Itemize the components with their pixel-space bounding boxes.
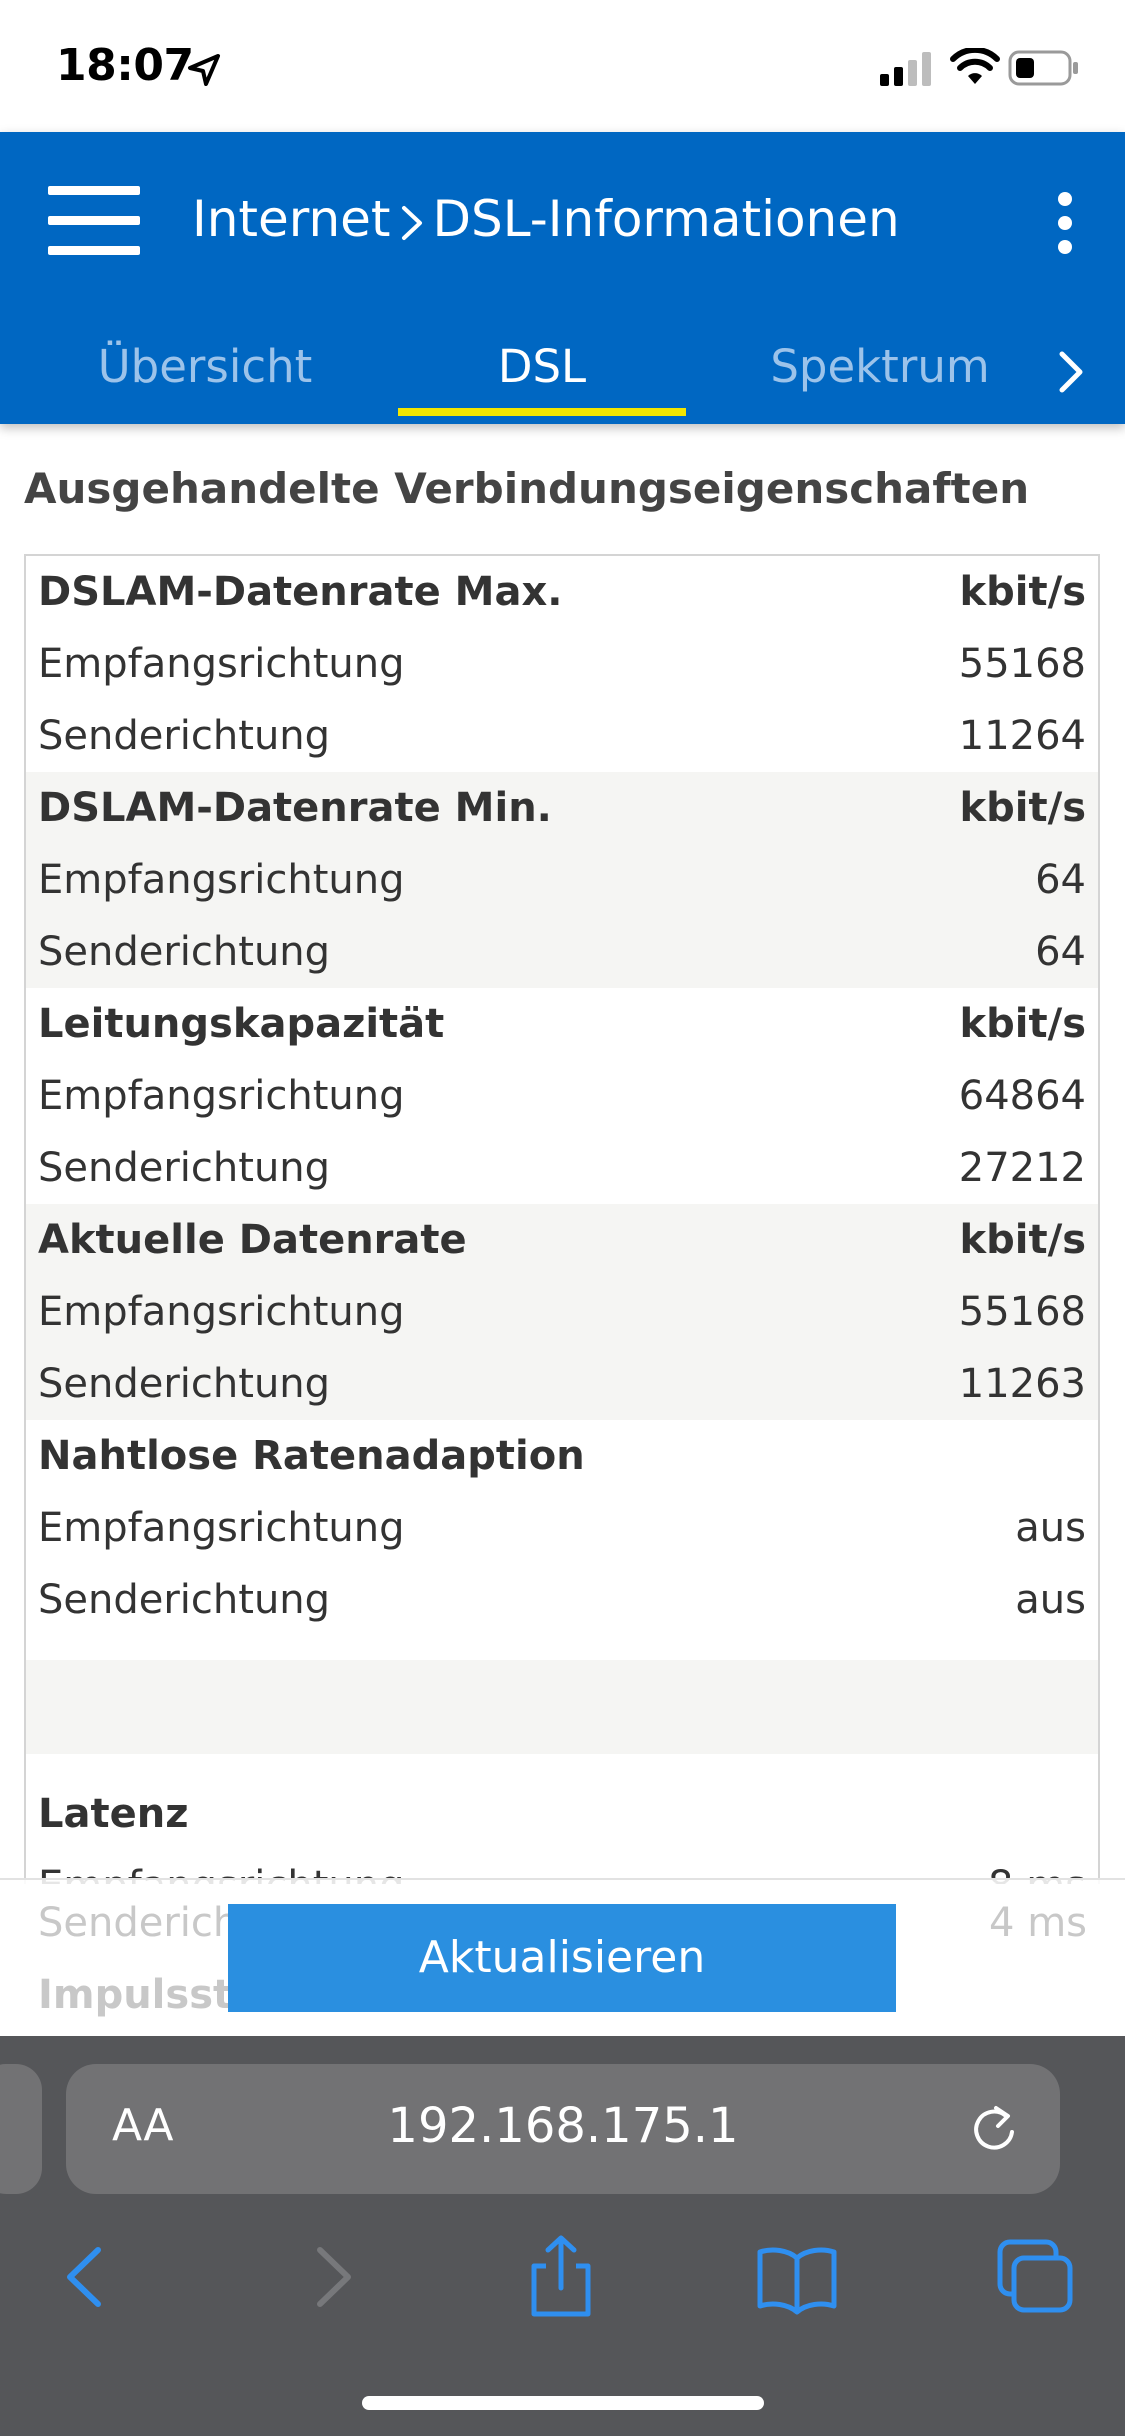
row-value: 64 — [1035, 929, 1086, 975]
section-title: Ausgehandelte Verbindungseigenschaften — [24, 464, 1030, 513]
tab-uebersicht[interactable]: Übersicht — [60, 322, 350, 424]
group-dslam-max: DSLAM-Datenrate Max. kbit/s Empfangsricht… — [26, 556, 1098, 772]
breadcrumb: Internet DSL-Informationen — [192, 190, 900, 248]
row-label: Empfangsrichtung — [38, 641, 405, 687]
browser-toolbar: AA 192.168.175.1 — [0, 2036, 1125, 2436]
unit-label: kbit/s — [959, 1217, 1086, 1263]
table-row: Senderichtung 27212 — [26, 1132, 1098, 1204]
cellular-signal-icon — [880, 52, 931, 86]
tab-bar: Übersicht DSL Spektrum — [0, 322, 1125, 424]
wifi-icon — [950, 48, 1000, 84]
group-line-capacity: Leitungskapazität kbit/s Empfangsrichtung… — [26, 988, 1098, 1204]
row-value-obscured: 4 ms — [989, 1900, 1087, 1946]
table-divider — [26, 1636, 1098, 1660]
row-value: aus — [1015, 1505, 1086, 1551]
status-bar: 18:07 — [0, 0, 1125, 132]
table-row: Latenz — [26, 1778, 1098, 1850]
group-label: Leitungskapazität — [38, 1001, 445, 1047]
row-value: 64864 — [958, 1073, 1086, 1119]
app-header: Internet DSL-Informationen Übersicht DSL … — [0, 132, 1125, 424]
bookmarks-icon[interactable] — [752, 2232, 842, 2322]
breadcrumb-section[interactable]: Internet — [192, 190, 391, 248]
row-label: Empfangsrichtung — [38, 1073, 405, 1119]
row-label-obscured: Senderich — [38, 1900, 239, 1946]
row-value: 55168 — [958, 641, 1086, 687]
row-value: 27212 — [958, 1145, 1086, 1191]
table-row: Nahtlose Ratenadaption — [26, 1420, 1098, 1492]
group-label-obscured: Impulsstö — [38, 1972, 260, 2018]
more-options-icon[interactable] — [1048, 192, 1082, 262]
group-label: Latenz — [38, 1791, 189, 1837]
row-label: Empfangsrichtung — [38, 1505, 405, 1551]
table-row: Senderichtung 11264 — [26, 700, 1098, 772]
tab-dsl[interactable]: DSL — [398, 322, 686, 424]
table-row: Senderichtung 11263 — [26, 1348, 1098, 1420]
location-arrow-icon — [188, 54, 220, 86]
group-label: Nahtlose Ratenadaption — [38, 1433, 585, 1479]
table-row: DSLAM-Datenrate Min. kbit/s — [26, 772, 1098, 844]
group-label: Aktuelle Datenrate — [38, 1217, 467, 1263]
tabs-next-chevron-icon[interactable] — [1050, 342, 1090, 402]
table-row: DSLAM-Datenrate Max. kbit/s — [26, 556, 1098, 628]
row-label: Senderichtung — [38, 1361, 331, 1407]
row-value: 11264 — [958, 713, 1086, 759]
unit-label: kbit/s — [959, 1001, 1086, 1047]
reload-icon[interactable] — [966, 2100, 1022, 2160]
unit-label: kbit/s — [959, 785, 1086, 831]
table-row: Empfangsrichtung 55168 — [26, 1276, 1098, 1348]
forward-icon[interactable] — [286, 2232, 376, 2322]
group-label: DSLAM-Datenrate Min. — [38, 785, 552, 831]
table-row: Senderichtung 64 — [26, 916, 1098, 988]
row-label: Empfangsrichtung — [38, 857, 405, 903]
row-label: Senderichtung — [38, 1577, 331, 1623]
chevron-right-icon — [401, 205, 422, 240]
group-latency: Latenz Empfangsrichtung8 ms — [26, 1778, 1098, 1884]
table-divider — [26, 1754, 1098, 1778]
row-label: Empfangsrichtung — [38, 1289, 405, 1335]
group-label: DSLAM-Datenrate Max. — [38, 569, 563, 615]
group-seamless-rate-adaption: Nahtlose Ratenadaption Empfangsrichtung a… — [26, 1420, 1098, 1636]
table-row: Empfangsrichtung aus — [26, 1492, 1098, 1564]
refresh-button[interactable]: Aktualisieren — [228, 1904, 896, 2012]
breadcrumb-page: DSL-Informationen — [432, 190, 900, 248]
status-time: 18:07 — [56, 40, 194, 91]
row-label: Senderichtung — [38, 929, 331, 975]
unit-label: kbit/s — [959, 569, 1086, 615]
group-dslam-min: DSLAM-Datenrate Min. kbit/s Empfangsricht… — [26, 772, 1098, 988]
table-row: Empfangsrichtung 64 — [26, 844, 1098, 916]
table-row: Aktuelle Datenrate kbit/s — [26, 1204, 1098, 1276]
group-current-rate: Aktuelle Datenrate kbit/s Empfangsrichtun… — [26, 1204, 1098, 1420]
table-row: Senderichtung aus — [26, 1564, 1098, 1636]
tabs-icon[interactable] — [990, 2232, 1080, 2322]
row-label: Senderichtung — [38, 1145, 331, 1191]
url-text[interactable]: 192.168.175.1 — [66, 2098, 1060, 2154]
row-label: Senderichtung — [38, 713, 331, 759]
address-bar[interactable]: AA 192.168.175.1 — [66, 2064, 1060, 2194]
share-icon[interactable] — [516, 2232, 606, 2322]
back-icon[interactable] — [42, 2232, 132, 2322]
row-value: 55168 — [958, 1289, 1086, 1335]
row-value: 11263 — [958, 1361, 1086, 1407]
table-row: Empfangsrichtung 55168 — [26, 628, 1098, 700]
hamburger-menu-icon[interactable] — [44, 182, 144, 262]
tab-spektrum[interactable]: Spektrum — [760, 322, 1000, 424]
table-row: Empfangsrichtung 64864 — [26, 1060, 1098, 1132]
table-empty-row — [26, 1660, 1098, 1754]
battery-icon — [1008, 50, 1078, 86]
row-value: aus — [1015, 1577, 1086, 1623]
row-value: 64 — [1035, 857, 1086, 903]
home-indicator[interactable] — [362, 2396, 764, 2410]
previous-tab-edge[interactable] — [0, 2064, 42, 2194]
connection-properties-table: DSLAM-Datenrate Max. kbit/s Empfangsricht… — [24, 554, 1100, 1884]
table-row: Leitungskapazität kbit/s — [26, 988, 1098, 1060]
